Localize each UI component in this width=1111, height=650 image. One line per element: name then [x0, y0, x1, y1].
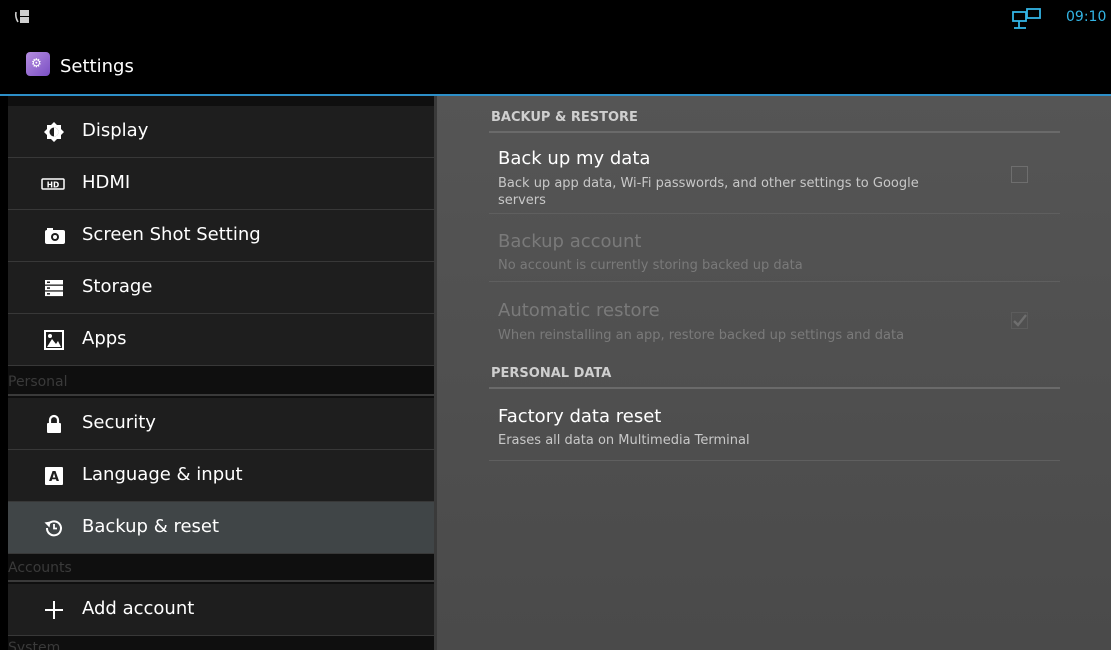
backup-data-checkbox[interactable]: [1011, 166, 1028, 183]
pref-title: Automatic restore: [498, 300, 660, 321]
sidebar-item-label: Apps: [82, 328, 127, 349]
auto-restore-checkbox[interactable]: [1011, 312, 1028, 329]
section-header-personal-data: PERSONAL DATA: [491, 366, 612, 381]
pref-summary: When reinstalling an app, restore backed…: [498, 328, 905, 343]
hdmi-icon: HD: [41, 178, 65, 190]
sidebar-item-backup-reset[interactable]: Backup & reset: [8, 502, 434, 554]
sidebar-item-label: Storage: [82, 276, 153, 297]
lock-icon: [47, 414, 61, 433]
sidebar-item-storage[interactable]: Storage: [8, 262, 434, 314]
section-header-label: Personal: [8, 374, 68, 390]
sidebar-item-label: Add account: [82, 598, 195, 619]
section-header-accounts: Accounts: [8, 558, 434, 582]
sidebar-item-label: Screen Shot Setting: [82, 224, 261, 245]
sidebar-item-label: HDMI: [82, 172, 131, 193]
pref-title: Back up my data: [498, 148, 651, 169]
sidebar-item-security[interactable]: Security: [8, 398, 434, 450]
brightness-icon: [44, 122, 64, 142]
settings-app-icon[interactable]: ⚙: [26, 52, 50, 76]
action-bar: ⚙ Settings: [0, 36, 1111, 94]
page-title: Settings: [60, 56, 134, 77]
language-icon: A: [45, 467, 63, 485]
pref-title: Factory data reset: [498, 406, 662, 427]
sidebar-item-label: Display: [82, 120, 149, 141]
sidebar-item-screen-shot[interactable]: Screen Shot Setting: [8, 210, 434, 262]
section-header-label: System: [8, 640, 61, 650]
settings-sidebar: Display HD HDMI Screen Shot Setting Stor…: [8, 96, 434, 650]
check-icon: [1013, 314, 1027, 327]
pref-title: Backup account: [498, 231, 642, 252]
row-divider: [489, 460, 1060, 461]
plus-icon: [45, 601, 63, 619]
section-header-system: System: [8, 638, 434, 650]
svg-text:A: A: [49, 470, 59, 485]
backup-icon: [44, 520, 62, 537]
pref-summary: Erases all data on Multimedia Terminal: [498, 433, 750, 448]
row-divider: [489, 281, 1060, 282]
section-header-backup-restore: BACKUP & RESTORE: [491, 110, 638, 125]
storage-icon: [45, 280, 63, 297]
call-forward-icon: [14, 10, 29, 23]
sidebar-item-label: Backup & reset: [82, 516, 220, 537]
row-divider: [489, 213, 1060, 214]
section-header-label: Accounts: [8, 560, 72, 576]
sidebar-item-hdmi[interactable]: HD HDMI: [8, 158, 434, 210]
ethernet-monitor-icon: [1012, 8, 1041, 29]
svg-text:HD: HD: [47, 181, 60, 190]
sidebar-item-label: Language & input: [82, 464, 243, 485]
section-divider: [489, 131, 1060, 133]
camera-icon: [45, 228, 65, 244]
sidebar-item-apps[interactable]: Apps: [8, 314, 434, 366]
pref-summary: No account is currently storing backed u…: [498, 258, 803, 273]
backup-reset-content: BACKUP & RESTORE Back up my data Back up…: [437, 96, 1111, 650]
clock: 09:10: [1066, 9, 1107, 25]
sidebar-item-label: Security: [82, 412, 156, 433]
sidebar-item-add-account[interactable]: Add account: [8, 584, 434, 636]
status-bar: 09:10: [0, 0, 1111, 36]
section-divider: [489, 387, 1060, 389]
sidebar-item-language-input[interactable]: A Language & input: [8, 450, 434, 502]
pref-summary: Back up app data, Wi-Fi passwords, and o…: [498, 176, 919, 208]
sidebar-item-display[interactable]: Display: [8, 106, 434, 158]
section-header-personal: Personal: [8, 372, 434, 396]
apps-icon: [44, 330, 64, 350]
